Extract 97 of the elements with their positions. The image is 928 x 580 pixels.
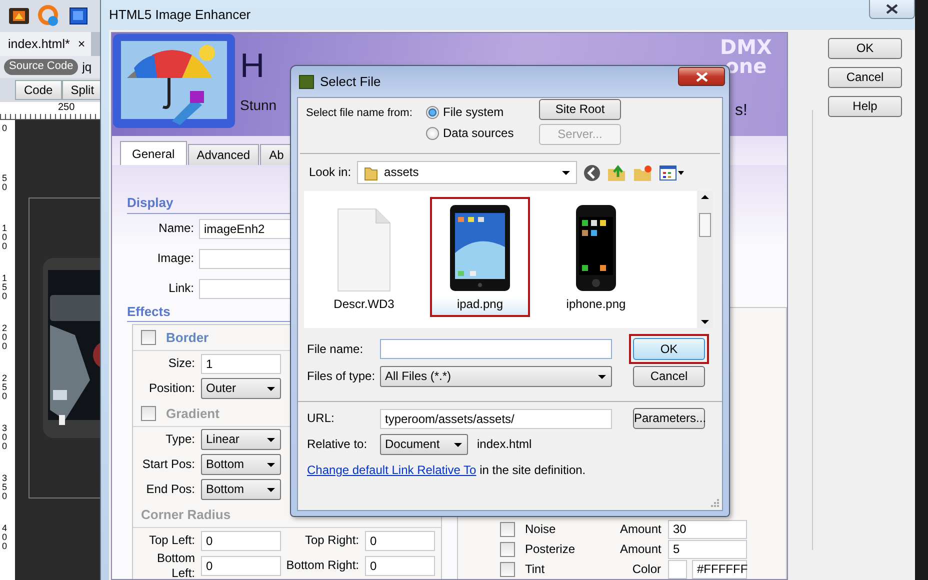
ruler-label: 50 <box>1 174 8 194</box>
field-label: Top Left: <box>148 533 196 548</box>
tab[interactable]: Ab <box>260 144 293 165</box>
tab[interactable]: General <box>120 140 187 165</box>
settings-link[interactable]: Change default Link Relative To <box>307 463 476 477</box>
parameters-button[interactable]: Parameters... <box>633 408 705 429</box>
file-name: ipad.png <box>456 296 504 311</box>
dialog-button[interactable]: OK <box>828 38 902 59</box>
section-title: Border <box>166 330 209 346</box>
button[interactable]: Site Root <box>539 99 621 120</box>
field-label: Position: <box>148 381 196 396</box>
radio-option[interactable]: Data sources <box>426 126 514 140</box>
film-icon[interactable] <box>8 6 30 26</box>
input-field[interactable]: 30 <box>668 520 747 538</box>
ruler-label: 200 <box>1 324 8 353</box>
scrollbar[interactable] <box>697 191 713 328</box>
field-label: Color <box>631 562 662 576</box>
new-folder-icon[interactable] <box>633 164 654 182</box>
filter-label: Tint <box>524 562 546 576</box>
input-field[interactable]: #FFFFFF <box>692 560 747 578</box>
tagline: Stunn <box>240 97 277 114</box>
folder-icon <box>364 164 378 180</box>
field-label: Start Pos: <box>141 457 196 472</box>
back-icon[interactable] <box>583 164 602 182</box>
field-label: Name: <box>158 221 195 236</box>
field-label: Type: <box>164 432 196 447</box>
field-label: End Pos: <box>145 482 196 497</box>
view-menu-icon[interactable] <box>659 164 686 180</box>
field-label: Relative to: <box>307 437 368 452</box>
checkbox[interactable] <box>500 542 515 556</box>
field-label: Link: <box>168 281 195 296</box>
close-button[interactable] <box>869 0 915 19</box>
file-item[interactable]: ipad.png <box>430 197 530 317</box>
square-icon[interactable] <box>68 6 90 26</box>
folder-dropdown[interactable]: assets <box>357 161 578 184</box>
resize-grip-icon <box>711 499 720 508</box>
ruler-label: 150 <box>1 274 8 303</box>
field-label: Files of type: <box>307 369 376 384</box>
ruler-label: 250 <box>1 374 8 403</box>
checkbox[interactable] <box>500 522 515 536</box>
ruler-label: 0 <box>1 124 8 135</box>
tab[interactable]: Advanced <box>188 144 260 165</box>
file-type-dropdown[interactable]: All Files (*.*) <box>380 366 612 387</box>
file-name: iphone.png <box>566 296 626 311</box>
field-label: Bottom Left: <box>156 551 196 580</box>
field-label: URL: <box>307 411 336 426</box>
close-icon <box>694 72 708 82</box>
ruler-label: 100 <box>1 224 8 253</box>
document-icon <box>336 206 392 293</box>
input-field[interactable]: 1 <box>201 354 281 374</box>
close-button[interactable] <box>678 67 725 86</box>
file-name: index.html <box>477 437 532 452</box>
ruler-label: 250 <box>58 102 75 113</box>
dialog-button[interactable]: Cancel <box>828 67 902 88</box>
relative-dropdown[interactable]: Document <box>380 434 468 455</box>
dialog-button[interactable]: Help <box>828 96 902 117</box>
field-label: Amount <box>620 542 662 556</box>
input-field[interactable] <box>380 339 612 359</box>
document-tab[interactable]: index.html* × <box>0 32 92 56</box>
input-field[interactable]: typeroom/assets/assets/ <box>380 408 612 428</box>
dropdown[interactable]: Outer <box>201 378 281 400</box>
ok-button[interactable]: OK <box>629 334 709 364</box>
close-icon <box>885 4 899 14</box>
field-label: Image: <box>156 251 195 266</box>
checkbox[interactable] <box>500 562 515 576</box>
source-code-button[interactable]: Source Code <box>4 59 78 75</box>
field-label: Look in: <box>309 165 352 180</box>
checkbox[interactable] <box>141 330 156 346</box>
ruler-label: 350 <box>1 474 8 503</box>
field-label: Top Right: <box>304 533 360 548</box>
radio-option[interactable]: File system <box>426 105 504 120</box>
ruler-label: 300 <box>1 424 8 453</box>
field-label: Size: <box>167 356 196 371</box>
header-title: H <box>240 49 266 83</box>
input-field[interactable]: 5 <box>668 540 747 558</box>
view-button[interactable]: Code <box>15 80 62 100</box>
note-text: Change default Link Relative To in the site definition. <box>307 463 586 478</box>
tagline: s! <box>735 101 748 120</box>
color-swatch[interactable] <box>668 560 687 578</box>
window-title: HTML5 Image Enhancer <box>109 7 251 23</box>
section-title: Gradient <box>166 406 220 422</box>
app-icon <box>299 74 314 88</box>
field-label: Amount <box>620 522 662 536</box>
close-icon[interactable]: × <box>78 36 86 52</box>
filter-label: Posterize <box>524 542 576 556</box>
window-title: Select File <box>320 74 381 90</box>
filter-label: Noise <box>524 522 557 536</box>
file-item[interactable]: iphone.png <box>546 197 646 317</box>
field-label: Select file name from: <box>306 107 412 120</box>
section-title: Corner Radius <box>141 506 231 522</box>
field-label: File name: <box>307 342 364 356</box>
swirl-icon[interactable] <box>38 5 60 27</box>
cancel-button[interactable]: Cancel <box>633 366 705 387</box>
field-label: Bottom Right: <box>285 558 360 573</box>
folder-up-icon[interactable] <box>607 164 628 182</box>
related-file-link[interactable]: jq <box>82 60 92 74</box>
ruler-label: 400 <box>1 524 8 553</box>
